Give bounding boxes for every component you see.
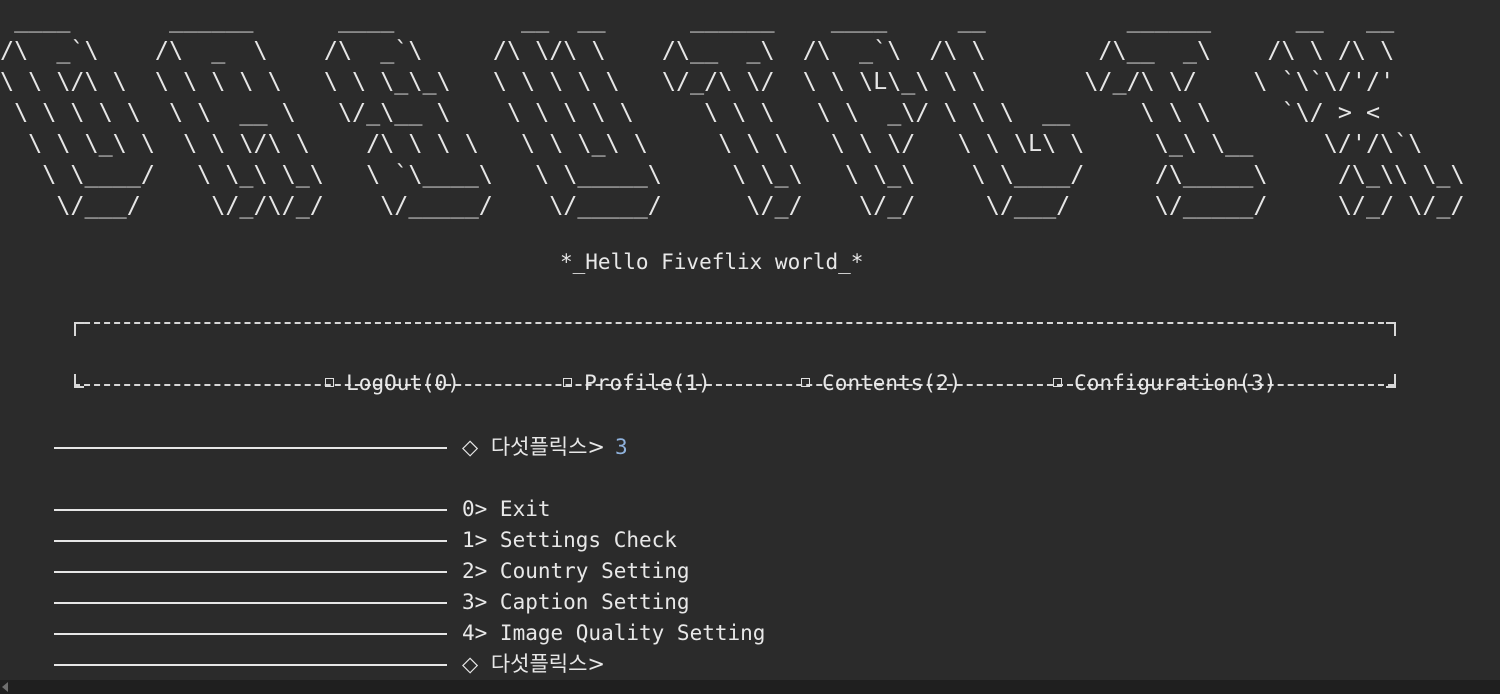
menu-item-profile[interactable]: Profile(1) (462, 341, 711, 425)
menu-item-logout[interactable]: LogOut(0) (224, 341, 460, 425)
option-line: 3> Caption Setting (54, 588, 954, 616)
square-bullet-icon (801, 378, 811, 387)
option-image-quality-setting[interactable]: 4> Image Quality Setting (462, 619, 765, 647)
option-line: 2> Country Setting (54, 557, 954, 585)
square-bullet-icon (563, 378, 573, 387)
terminal-window[interactable]: ____ ______ ____ __ __ ______ ____ __ __… (0, 0, 1500, 680)
main-menu: LogOut(0) Profile(1) Contents(2) Configu… (0, 341, 1500, 395)
prompt-input-value: 3 (615, 435, 628, 459)
divider-line (54, 633, 447, 635)
option-caption-setting[interactable]: 3> Caption Setting (462, 588, 690, 616)
menu-box-corner (1386, 374, 1396, 388)
greeting-text: *_Hello Fiveflix world_* (560, 250, 864, 274)
menu-item-configuration[interactable]: Configuration(3) (952, 341, 1276, 425)
diamond-icon: ◇ (462, 652, 479, 676)
option-line: 0> Exit (54, 495, 954, 523)
menu-box-corner (74, 374, 84, 388)
divider-line (54, 571, 447, 573)
next-prompt-text[interactable]: ◇ 다섯플릭스> (462, 650, 605, 678)
option-country-setting[interactable]: 2> Country Setting (462, 557, 690, 585)
option-line: 1> Settings Check (54, 526, 954, 554)
divider-line (54, 664, 447, 666)
prompt-line: ◇ 다섯플릭스> 3 (54, 433, 954, 461)
square-bullet-icon (1053, 378, 1063, 387)
menu-item-label: Contents(2) (822, 371, 962, 395)
next-prompt-line: ◇ 다섯플릭스> (54, 650, 954, 678)
scroll-left-arrow-icon[interactable] (2, 682, 8, 692)
option-line: 4> Image Quality Setting (54, 619, 954, 647)
divider-line (54, 540, 447, 542)
horizontal-scrollbar[interactable] (0, 680, 1500, 694)
prompt-label: 다섯플릭스> (490, 652, 606, 676)
divider-line (54, 602, 447, 604)
square-bullet-icon (325, 378, 335, 387)
diamond-icon: ◇ (462, 435, 479, 459)
menu-item-label: Profile(1) (584, 371, 711, 395)
prompt-label: 다섯플릭스> (490, 435, 606, 459)
prompt-text: ◇ 다섯플릭스> 3 (462, 433, 628, 461)
menu-box-corner (1386, 322, 1396, 336)
menu-item-label: LogOut(0) (346, 371, 460, 395)
menu-box-corner (74, 322, 84, 336)
ascii-art-banner: ____ ______ ____ __ __ ______ ____ __ __… (0, 5, 1465, 219)
divider-line (54, 447, 447, 449)
menu-item-label: Configuration(3) (1074, 371, 1277, 395)
option-settings-check[interactable]: 1> Settings Check (462, 526, 677, 554)
divider-line (54, 509, 447, 511)
menu-item-contents[interactable]: Contents(2) (700, 341, 961, 425)
option-exit[interactable]: 0> Exit (462, 495, 551, 523)
